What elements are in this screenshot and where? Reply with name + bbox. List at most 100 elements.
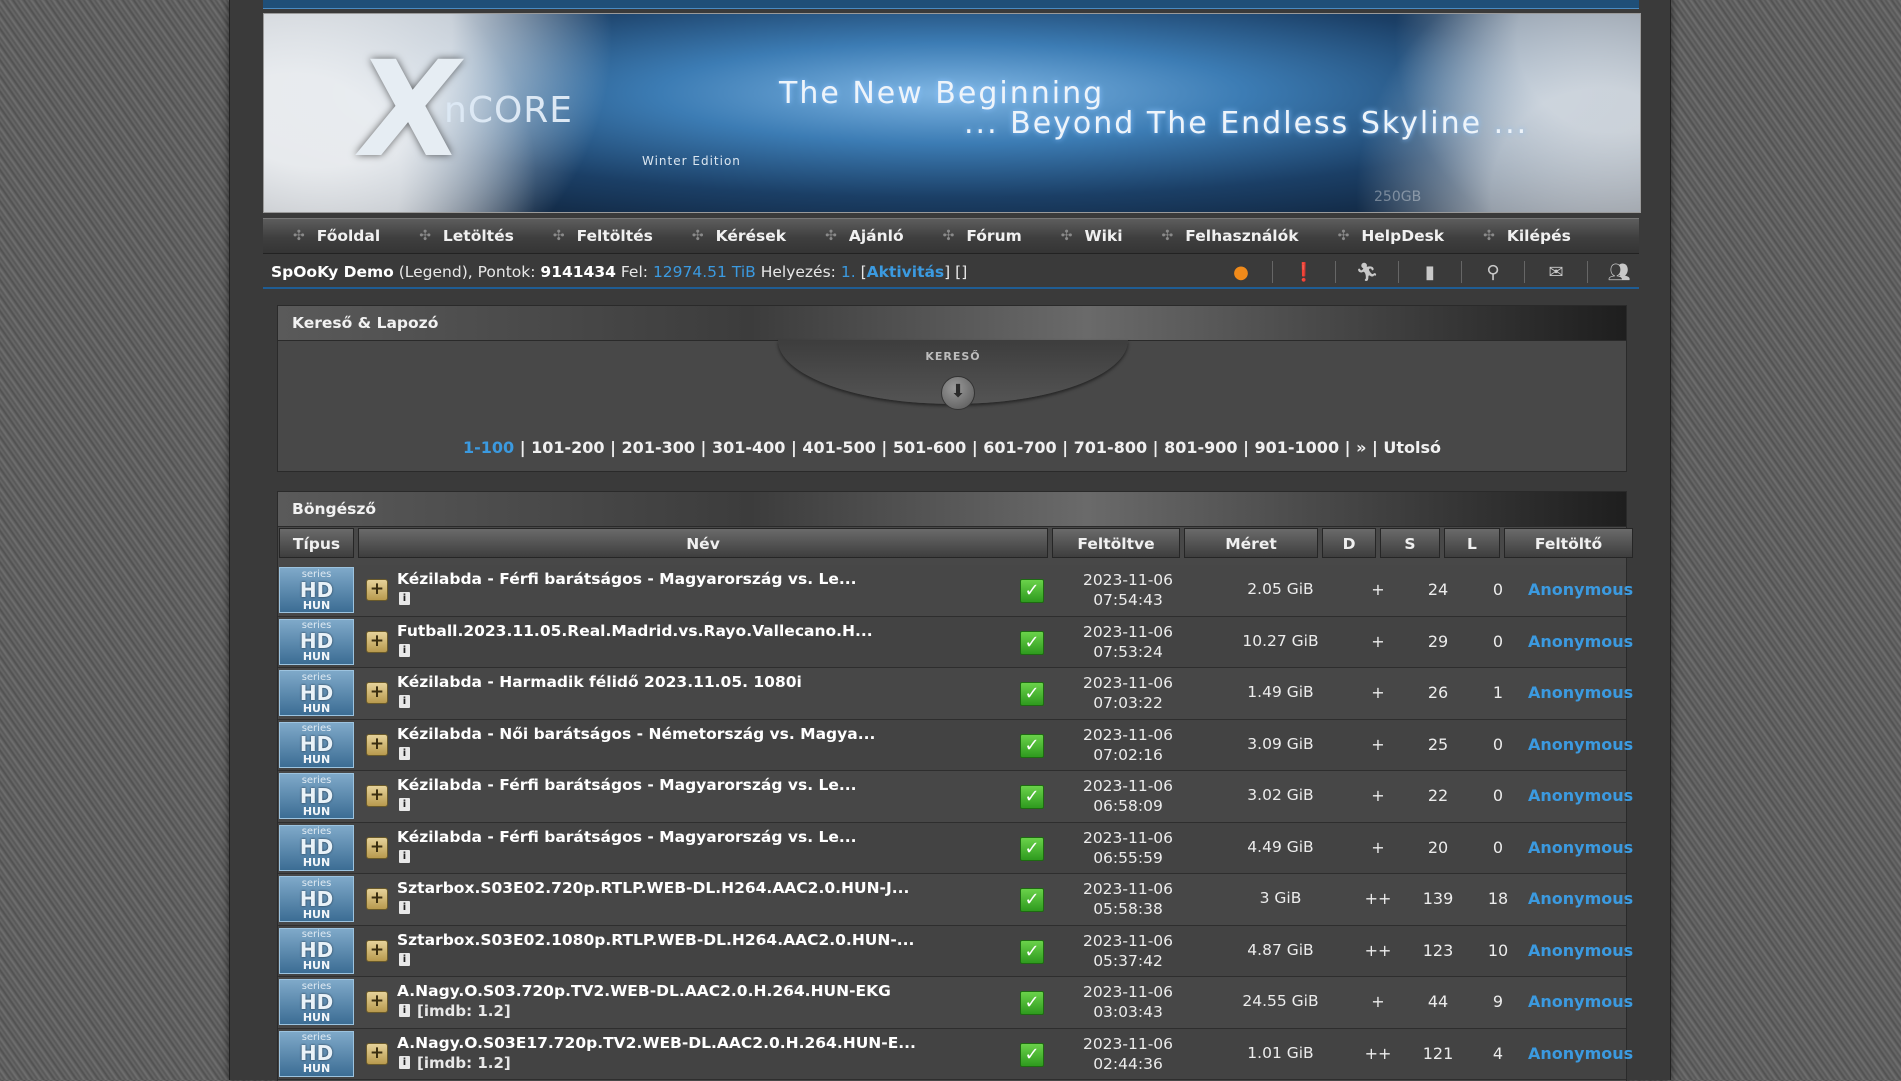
seeders-count[interactable]: 121	[1408, 1044, 1468, 1063]
info-icon[interactable]: i	[399, 746, 410, 760]
info-icon[interactable]: i	[399, 798, 410, 811]
site-banner[interactable]: X nCORE Winter Edition The New Beginning…	[263, 13, 1641, 213]
uploader-link[interactable]: Anonymous	[1528, 735, 1633, 754]
leechers-count[interactable]: 0	[1468, 735, 1528, 754]
uploader-link[interactable]: Anonymous	[1528, 941, 1633, 960]
info-icon[interactable]: i	[399, 901, 410, 914]
table-row[interactable]: series HD HUN + Kézilabda - Férfi barátságos…	[278, 565, 1633, 617]
torrent-name-link[interactable]: Sztarbox.S03E02.720p.RTLP.WEB-DL.H264.AA…	[397, 879, 909, 897]
torrent-name-link[interactable]: Kézilabda - Férfi barátságos - Magyarors…	[397, 828, 857, 846]
nav-item-ajanlo[interactable]: ✣ Ajánló	[825, 227, 904, 245]
category-badge[interactable]: series HD HUN	[279, 721, 354, 768]
expand-plus-icon[interactable]: +	[366, 579, 388, 601]
page-link[interactable]: 101-200	[531, 438, 604, 457]
page-link[interactable]: 501-600	[893, 438, 966, 457]
page-link[interactable]: 301-400	[712, 438, 785, 457]
category-badge[interactable]: series HD HUN	[279, 1030, 354, 1077]
uploader-link[interactable]: Anonymous	[1528, 632, 1633, 651]
expand-plus-icon[interactable]: +	[366, 785, 388, 807]
expand-plus-icon[interactable]: +	[366, 888, 388, 910]
seeders-count[interactable]: 25	[1408, 735, 1468, 754]
seeders-count[interactable]: 44	[1408, 992, 1468, 1011]
expand-plus-icon[interactable]: +	[366, 1042, 388, 1065]
leechers-count[interactable]: 4	[1468, 1044, 1528, 1063]
pumpkin-icon[interactable]: ●	[1229, 260, 1253, 284]
alert-icon[interactable]: ❗	[1292, 260, 1316, 284]
uploader-link[interactable]: Anonymous	[1528, 838, 1633, 857]
nav-item-feltoltes[interactable]: ✣ Feltöltés	[553, 227, 653, 245]
page-link[interactable]: 901-1000	[1255, 438, 1340, 457]
message-icon[interactable]: ✉	[1544, 260, 1568, 284]
column-uploader[interactable]: Feltöltő	[1504, 528, 1633, 558]
info-icon[interactable]: i	[399, 695, 410, 708]
expand-plus-icon[interactable]: +	[366, 991, 388, 1013]
page-link[interactable]: 801-900	[1164, 438, 1237, 457]
table-row[interactable]: series HD HUN + Sztarbox.S03E02.720p.RTLP.WE…	[278, 874, 1633, 926]
table-row[interactable]: series HD HUN + Futball.2023.11.05.Real.Madr…	[278, 616, 1633, 668]
category-badge[interactable]: series HD HUN	[279, 979, 354, 1025]
expand-plus-icon[interactable]: +	[366, 682, 388, 704]
uploader-link[interactable]: Anonymous	[1528, 683, 1633, 702]
expand-plus-icon[interactable]: +	[366, 733, 388, 756]
torrent-name-link[interactable]: Futball.2023.11.05.Real.Madrid.vs.Rayo.V…	[397, 622, 873, 640]
category-badge[interactable]: series HD HUN	[279, 670, 354, 716]
seeders-count[interactable]: 26	[1408, 683, 1468, 702]
seeders-count[interactable]: 22	[1408, 786, 1468, 805]
page-last-link[interactable]: Utolsó	[1383, 438, 1441, 457]
uploader-link[interactable]: Anonymous	[1528, 580, 1633, 599]
info-icon[interactable]: i	[399, 1055, 410, 1069]
nav-item-kilepes[interactable]: ✣ Kilépés	[1483, 227, 1571, 245]
bookmark-icon[interactable]: ▮	[1418, 260, 1442, 284]
nav-item-helpdesk[interactable]: ✣ HelpDesk	[1338, 227, 1445, 245]
table-row[interactable]: series HD HUN + Kézilabda - Női barátságos -…	[278, 719, 1633, 771]
leechers-count[interactable]: 0	[1468, 632, 1528, 651]
nav-item-letoltes[interactable]: ✣ Letöltés	[419, 227, 514, 245]
category-badge[interactable]: series HD HUN	[279, 824, 354, 871]
table-row[interactable]: series HD HUN + A.Nagy.O.S03E17.720p.TV2.WEB…	[278, 1028, 1633, 1080]
arrow-down-icon[interactable]: ⬇	[941, 376, 975, 410]
leechers-count[interactable]: 1	[1468, 683, 1528, 702]
category-badge[interactable]: series HD HUN	[279, 618, 354, 665]
column-s[interactable]: S	[1380, 528, 1440, 558]
torrent-name-link[interactable]: Kézilabda - Harmadik félidő 2023.11.05. …	[397, 673, 802, 691]
category-badge[interactable]: series HD HUN	[279, 773, 354, 819]
page-link[interactable]: 401-500	[802, 438, 875, 457]
info-icon[interactable]: i	[399, 643, 410, 657]
seeders-count[interactable]: 29	[1408, 632, 1468, 651]
uploader-link[interactable]: Anonymous	[1528, 1044, 1633, 1063]
info-icon[interactable]: i	[399, 592, 410, 605]
category-badge[interactable]: series HD HUN	[279, 927, 354, 974]
info-icon[interactable]: i	[399, 952, 410, 966]
category-badge[interactable]: series HD HUN	[279, 876, 354, 922]
uploader-link[interactable]: Anonymous	[1528, 992, 1633, 1011]
page-link[interactable]: 701-800	[1074, 438, 1147, 457]
nav-item-forum[interactable]: ✣ Fórum	[943, 227, 1022, 245]
torrent-name-link[interactable]: Kézilabda - Férfi barátságos - Magyarors…	[397, 776, 857, 794]
nav-item-fooldal[interactable]: ✣ Főoldal	[293, 227, 380, 245]
table-row[interactable]: series HD HUN + A.Nagy.O.S03.720p.TV2.WEB-DL…	[278, 977, 1633, 1029]
torrent-name-link[interactable]: Sztarbox.S03E02.1080p.RTLP.WEB-DL.H264.A…	[397, 931, 914, 949]
uploader-link[interactable]: Anonymous	[1528, 786, 1633, 805]
leechers-count[interactable]: 10	[1468, 941, 1528, 960]
column-uploaded[interactable]: Feltöltve	[1052, 528, 1180, 558]
search-icon[interactable]: ⚲	[1481, 260, 1505, 284]
uploader-link[interactable]: Anonymous	[1528, 889, 1633, 908]
info-icon[interactable]: i	[399, 849, 410, 863]
page-next-link[interactable]: »	[1356, 438, 1366, 457]
leechers-count[interactable]: 9	[1468, 992, 1528, 1011]
leechers-count[interactable]: 0	[1468, 580, 1528, 599]
torrent-name-link[interactable]: A.Nagy.O.S03E17.720p.TV2.WEB-DL.AAC2.0.H…	[397, 1034, 916, 1052]
torrent-name-link[interactable]: A.Nagy.O.S03.720p.TV2.WEB-DL.AAC2.0.H.26…	[397, 982, 891, 1000]
column-type[interactable]: Típus	[279, 528, 354, 558]
users-icon[interactable]: 👥︎	[1607, 260, 1631, 284]
table-row[interactable]: series HD HUN + Kézilabda - Harmadik félidő …	[278, 668, 1633, 720]
seeders-count[interactable]: 24	[1408, 580, 1468, 599]
expand-plus-icon[interactable]: +	[366, 939, 388, 962]
leechers-count[interactable]: 18	[1468, 889, 1528, 908]
runner-icon[interactable]: 🏃︎	[1355, 260, 1379, 284]
torrent-name-link[interactable]: Kézilabda - Férfi barátságos - Magyarors…	[397, 570, 857, 588]
torrent-name-link[interactable]: Kézilabda - Női barátságos - Németország…	[397, 725, 875, 743]
column-name[interactable]: Név	[358, 528, 1048, 558]
nav-item-felhasznalok[interactable]: ✣ Felhasználók	[1162, 227, 1299, 245]
table-row[interactable]: series HD HUN + Kézilabda - Férfi barátságos…	[278, 771, 1633, 823]
